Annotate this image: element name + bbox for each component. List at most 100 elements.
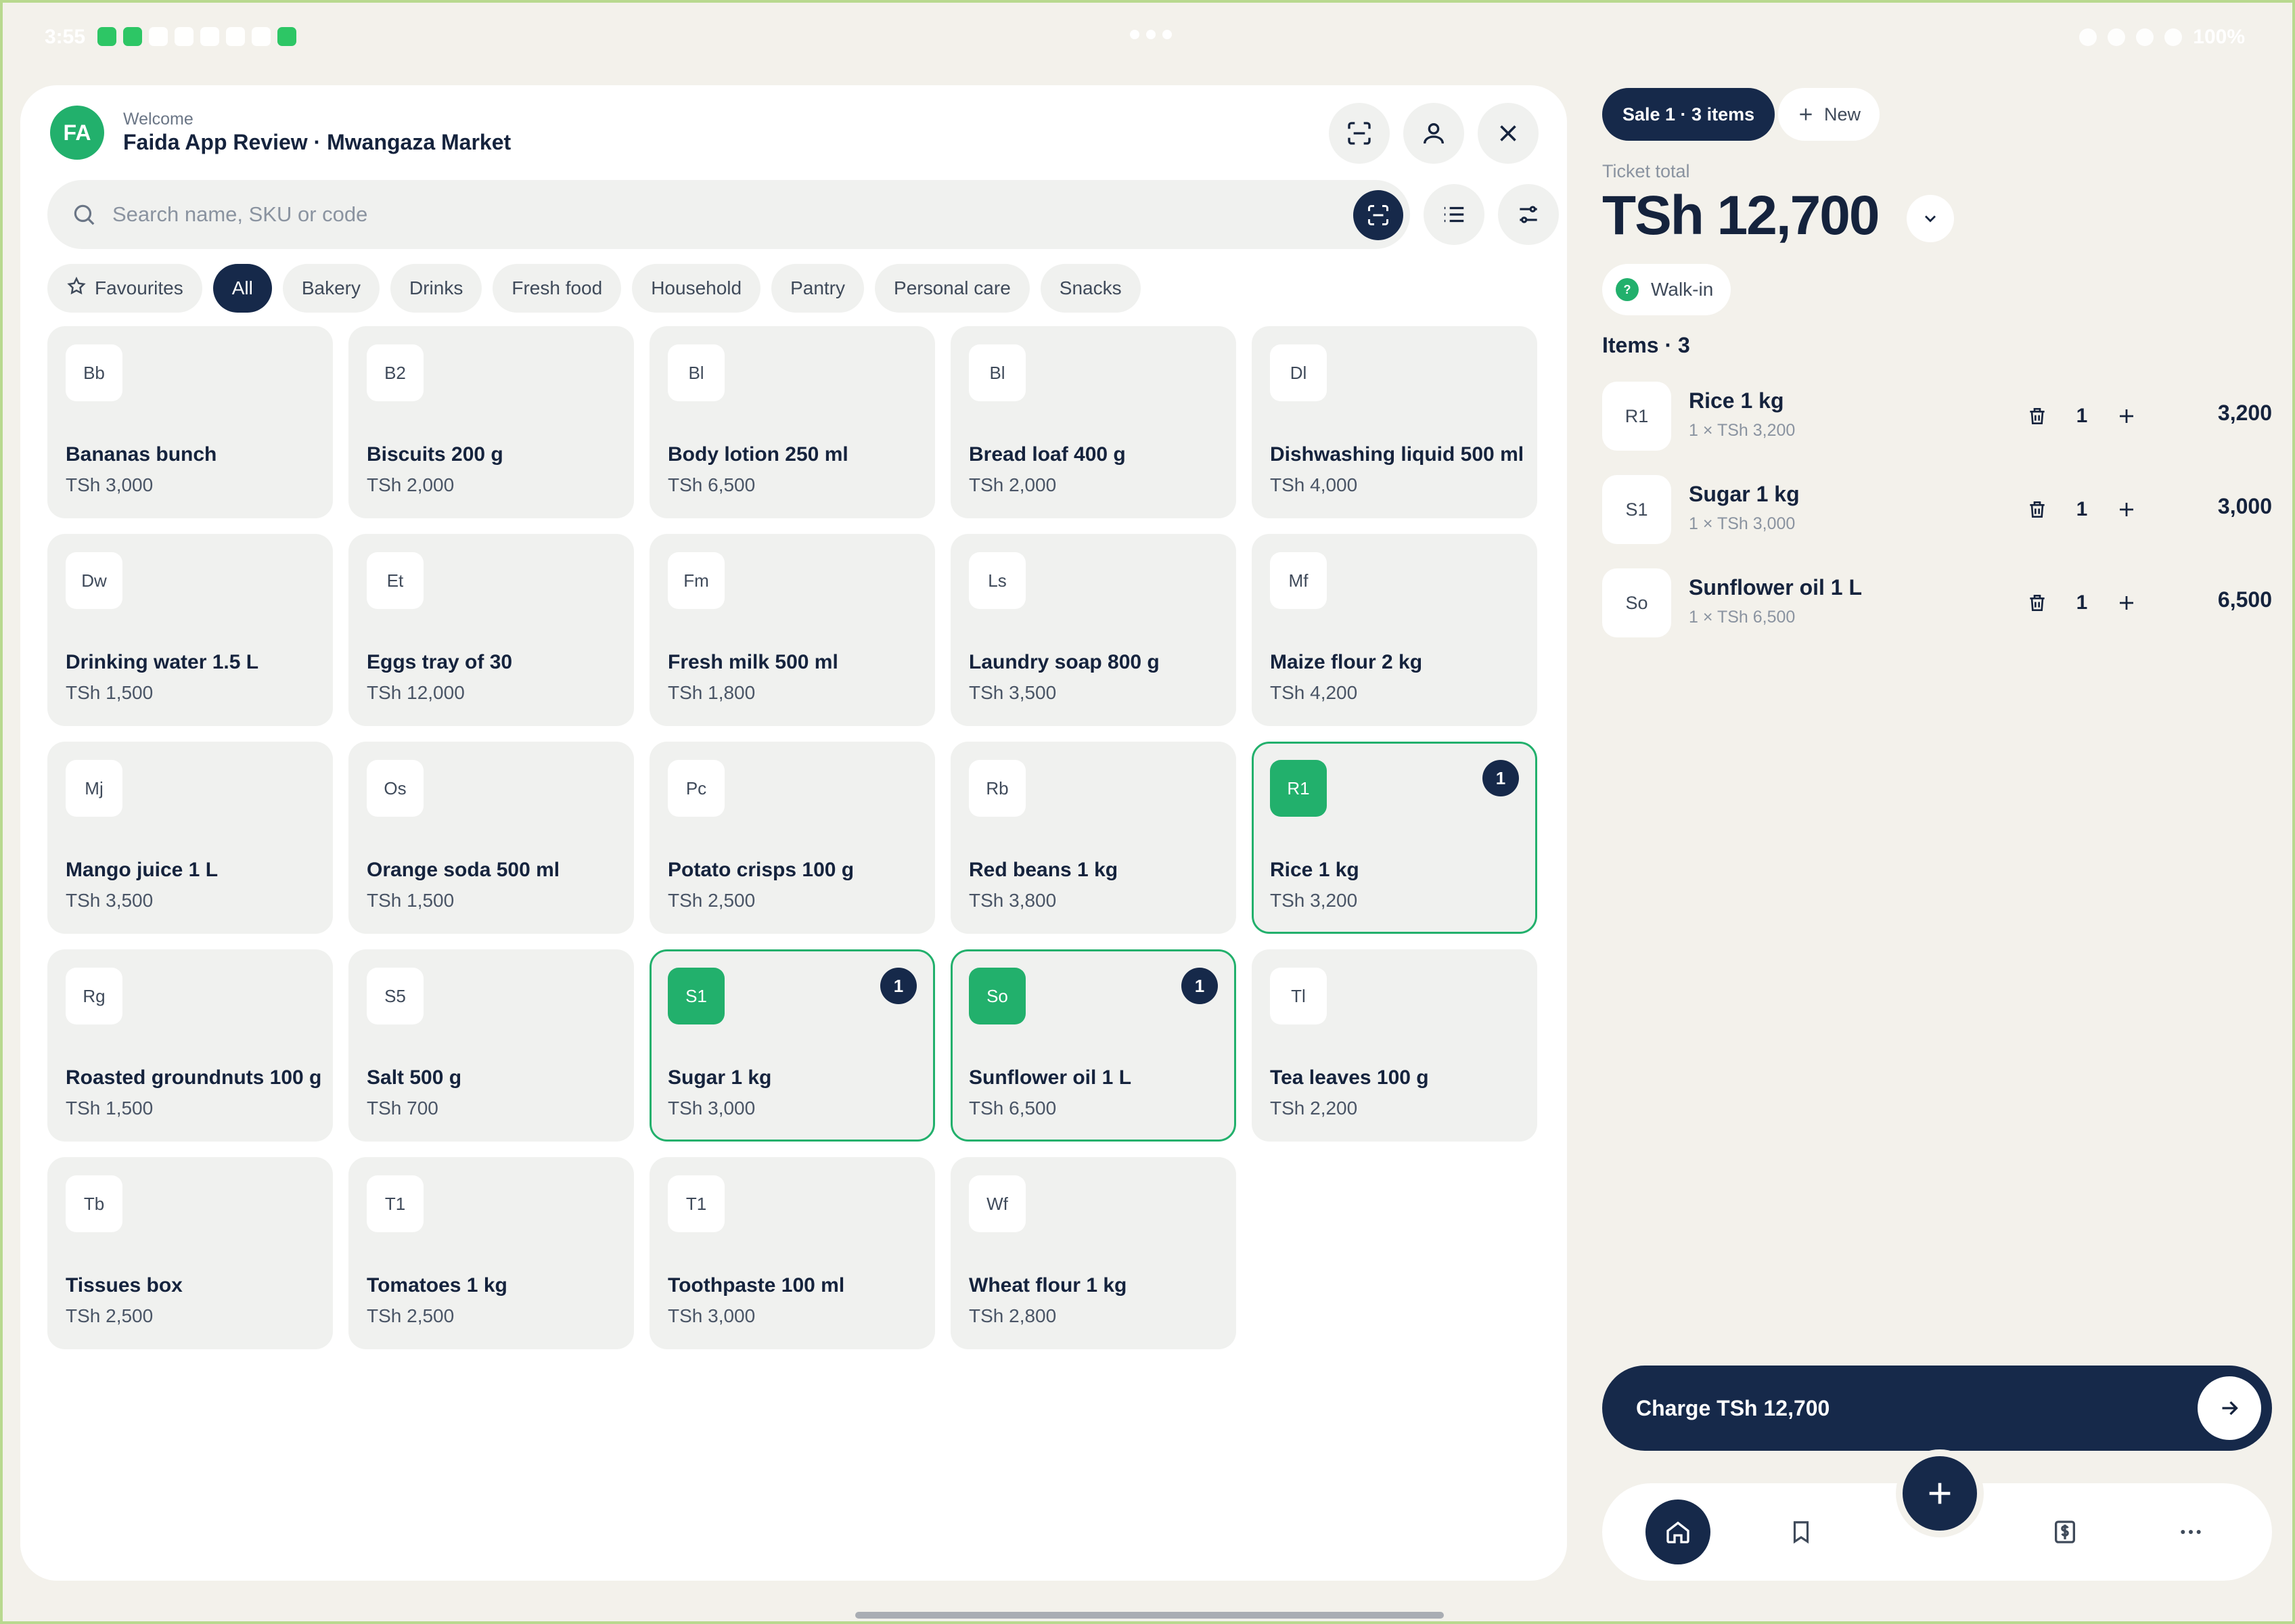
list-icon (1444, 206, 1464, 223)
new-sale-button[interactable]: New (1778, 88, 1880, 141)
product-code: Tb (66, 1175, 122, 1232)
product-card[interactable]: Et Eggs tray of 30 TSh 12,000 (348, 534, 634, 726)
product-code: So (969, 968, 1026, 1024)
product-card[interactable]: Os Orange soda 500 ml TSh 1,500 (348, 742, 634, 934)
increment-button[interactable] (2104, 487, 2149, 532)
line-code: S1 (1602, 475, 1671, 544)
product-code: Et (367, 552, 424, 609)
product-card[interactable]: Bl Body lotion 250 ml TSh 6,500 (650, 326, 935, 518)
product-price: TSh 1,500 (66, 682, 154, 703)
product-price: TSh 3,000 (668, 1098, 756, 1119)
product-price: TSh 1,500 (66, 1098, 154, 1119)
product-code: Rb (969, 760, 1026, 817)
delete-button[interactable] (2015, 581, 2060, 625)
product-name: Tomatoes 1 kg (367, 1274, 507, 1296)
window-handle[interactable] (1130, 30, 1172, 39)
product-price: TSh 3,200 (1270, 890, 1358, 911)
product-code: Ls (969, 552, 1026, 609)
product-card[interactable]: Tl Tea leaves 100 g TSh 2,200 (1252, 949, 1537, 1142)
filter-button[interactable] (1498, 184, 1559, 245)
items-heading: Items · 3 (1602, 333, 1690, 357)
barcode-scan-button[interactable] (1353, 190, 1403, 240)
product-name: Drinking water 1.5 L (66, 651, 259, 673)
line-name: Sugar 1 kg (1689, 482, 1800, 506)
product-card[interactable]: T1 Toothpaste 100 ml TSh 3,000 (650, 1157, 935, 1349)
increment-button[interactable] (2104, 394, 2149, 438)
quantity-stepper: 1 (2015, 394, 2150, 438)
arrow-right-icon (2198, 1376, 2261, 1440)
home-indicator[interactable] (855, 1612, 1444, 1619)
product-card[interactable]: B2 Biscuits 200 g TSh 2,000 (348, 326, 634, 518)
product-card[interactable]: T1 Tomatoes 1 kg TSh 2,500 (348, 1157, 634, 1349)
increment-button[interactable] (2104, 581, 2149, 625)
nav-receipts[interactable] (2032, 1499, 2097, 1564)
product-card[interactable]: Pc Potato crisps 100 g TSh 2,500 (650, 742, 935, 934)
product-price: TSh 2,000 (367, 474, 455, 495)
product-price: TSh 3,500 (66, 890, 154, 911)
avatar[interactable]: FA (50, 106, 104, 160)
plus-icon (2120, 596, 2133, 610)
category-chip[interactable]: Favourites (47, 264, 202, 313)
category-chip[interactable]: Household (632, 264, 761, 313)
product-card[interactable]: S5 Salt 500 g TSh 700 (348, 949, 634, 1142)
product-name: Eggs tray of 30 (367, 651, 513, 673)
charge-button[interactable]: Charge TSh 12,700 (1602, 1366, 2272, 1451)
list-view-button[interactable] (1424, 184, 1484, 245)
product-card[interactable]: Dl Dishwashing liquid 500 ml TSh 4,000 (1252, 326, 1537, 518)
chevron-down-icon (1925, 215, 1936, 223)
quantity-stepper: 1 (2015, 487, 2150, 532)
new-sale-label: New (1824, 104, 1861, 125)
scan-icon (1348, 122, 1371, 145)
product-code: B2 (367, 344, 424, 401)
sale-tab[interactable]: Sale 1 · 3 items (1602, 88, 1775, 141)
category-chip[interactable]: All (212, 264, 272, 313)
product-name: Potato crisps 100 g (668, 859, 855, 881)
product-name: Wheat flour 1 kg (969, 1274, 1127, 1296)
category-chip[interactable]: Snacks (1040, 264, 1141, 313)
nav-saved[interactable] (1769, 1499, 1834, 1564)
product-name: Maize flour 2 kg (1270, 651, 1423, 673)
product-card[interactable]: Rg Roasted groundnuts 100 g TSh 1,500 (47, 949, 333, 1142)
product-card[interactable]: Ls Laundry soap 800 g TSh 3,500 (951, 534, 1236, 726)
product-card[interactable]: R1 Rice 1 kg TSh 3,200 1 (1252, 742, 1537, 934)
customer-selector[interactable]: ? Walk-in (1602, 264, 1731, 315)
category-chip-label: All (231, 277, 253, 298)
nav-home[interactable] (1645, 1499, 1710, 1564)
category-chip[interactable]: Pantry (771, 264, 865, 313)
product-code: Dw (66, 552, 122, 609)
product-name: Mango juice 1 L (66, 859, 219, 881)
product-card[interactable]: Bb Bananas bunch TSh 3,000 (47, 326, 333, 518)
product-card[interactable]: Wf Wheat flour 1 kg TSh 2,800 (951, 1157, 1236, 1349)
product-card[interactable]: Bl Bread loaf 400 g TSh 2,000 (951, 326, 1236, 518)
product-code: Mj (66, 760, 122, 817)
mute-icon (2079, 28, 2097, 46)
product-card[interactable]: Fm Fresh milk 500 ml TSh 1,800 (650, 534, 935, 726)
status-bar: 3:55 100% (3, 3, 2292, 70)
add-button[interactable] (1903, 1456, 1977, 1531)
customer-badge: ? (1616, 278, 1639, 301)
product-card[interactable]: Tb Tissues box TSh 2,500 (47, 1157, 333, 1349)
star-icon (66, 276, 87, 301)
product-name: Sunflower oil 1 L (969, 1066, 1132, 1089)
search-input[interactable] (112, 202, 1263, 227)
scan-button[interactable] (1329, 103, 1390, 164)
category-chip[interactable]: Bakery (282, 264, 380, 313)
product-card[interactable]: Mf Maize flour 2 kg TSh 4,200 (1252, 534, 1537, 726)
delete-button[interactable] (2015, 394, 2060, 438)
home-icon (1666, 1521, 1689, 1543)
product-card[interactable]: So Sunflower oil 1 L TSh 6,500 1 (951, 949, 1236, 1142)
close-button[interactable] (1478, 103, 1539, 164)
nav-more[interactable] (2158, 1499, 2223, 1564)
category-chip[interactable]: Fresh food (493, 264, 622, 313)
product-card[interactable]: S1 Sugar 1 kg TSh 3,000 1 (650, 949, 935, 1142)
account-button[interactable] (1403, 103, 1464, 164)
product-grid: Bb Bananas bunch TSh 3,000 B2 Biscuits 200 g… (47, 326, 1537, 1349)
delete-button[interactable] (2015, 487, 2060, 532)
product-card[interactable]: Rb Red beans 1 kg TSh 3,800 (951, 742, 1236, 934)
category-chip[interactable]: Personal care (875, 264, 1030, 313)
product-card[interactable]: Dw Drinking water 1.5 L TSh 1,500 (47, 534, 333, 726)
product-name: Sugar 1 kg (668, 1066, 772, 1089)
category-chip[interactable]: Drinks (390, 264, 482, 313)
total-expand-button[interactable] (1907, 195, 1954, 242)
product-card[interactable]: Mj Mango juice 1 L TSh 3,500 (47, 742, 333, 934)
